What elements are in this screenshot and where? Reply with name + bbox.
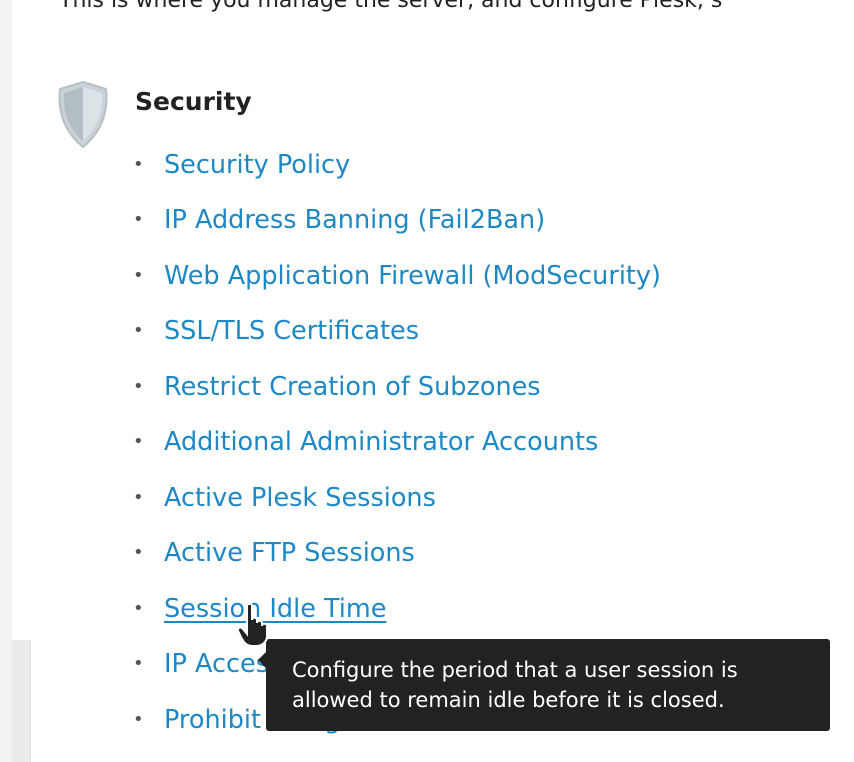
list-item-security-policy: • Security Policy xyxy=(133,137,661,193)
hand-pointer-cursor-icon xyxy=(236,602,268,647)
bullet: • xyxy=(133,597,144,619)
list-item-active-plesk-sessions: • Active Plesk Sessions xyxy=(133,470,661,526)
session-idle-time-tooltip: Configure the period that a user session… xyxy=(266,639,830,731)
bullet: • xyxy=(133,264,144,286)
plesk-tools-settings-page: This is where you manage the server, and… xyxy=(0,0,854,762)
session-idle-time-link[interactable]: Session Idle Time xyxy=(164,592,386,626)
bullet: • xyxy=(133,708,144,730)
restrict-subzones-link[interactable]: Restrict Creation of Subzones xyxy=(164,370,541,404)
list-item-ssl-tls-certificates: • SSL/TLS Certificates xyxy=(133,304,661,360)
ssl-tls-certificates-link[interactable]: SSL/TLS Certificates xyxy=(164,314,419,348)
tooltip-arrow xyxy=(258,652,266,668)
page-gutter xyxy=(0,0,12,762)
tooltip-line-2: allowed to remain idle before it is clos… xyxy=(292,688,725,712)
bullet: • xyxy=(133,209,144,231)
active-ftp-sessions-link[interactable]: Active FTP Sessions xyxy=(164,536,415,570)
bullet: • xyxy=(133,653,144,675)
bullet: • xyxy=(133,431,144,453)
security-section-title: Security xyxy=(135,87,252,116)
list-item-active-ftp-sessions: • Active FTP Sessions xyxy=(133,526,661,582)
list-item-ip-address-banning: • IP Address Banning (Fail2Ban) xyxy=(133,193,661,249)
list-item-restrict-subzones: • Restrict Creation of Subzones xyxy=(133,359,661,415)
list-item-session-idle-time: • Session Idle Time xyxy=(133,581,661,637)
active-plesk-sessions-link[interactable]: Active Plesk Sessions xyxy=(164,481,436,515)
shield-icon xyxy=(58,80,108,149)
bullet: • xyxy=(133,375,144,397)
intro-text: This is where you manage the server, and… xyxy=(59,0,723,13)
ip-address-banning-link[interactable]: IP Address Banning (Fail2Ban) xyxy=(164,203,545,237)
bullet: • xyxy=(133,320,144,342)
list-item-additional-admin-accounts: • Additional Administrator Accounts xyxy=(133,415,661,471)
bullet: • xyxy=(133,486,144,508)
security-policy-link[interactable]: Security Policy xyxy=(164,148,350,182)
additional-admin-accounts-link[interactable]: Additional Administrator Accounts xyxy=(164,425,598,459)
bullet: • xyxy=(133,542,144,564)
sidebar-edge xyxy=(12,640,31,762)
main-content-panel: This is where you manage the server, and… xyxy=(12,0,854,762)
tooltip-line-1: Configure the period that a user session… xyxy=(292,658,738,682)
bullet: • xyxy=(133,153,144,175)
list-item-web-application-firewall: • Web Application Firewall (ModSecurity) xyxy=(133,248,661,304)
web-application-firewall-link[interactable]: Web Application Firewall (ModSecurity) xyxy=(164,259,661,293)
